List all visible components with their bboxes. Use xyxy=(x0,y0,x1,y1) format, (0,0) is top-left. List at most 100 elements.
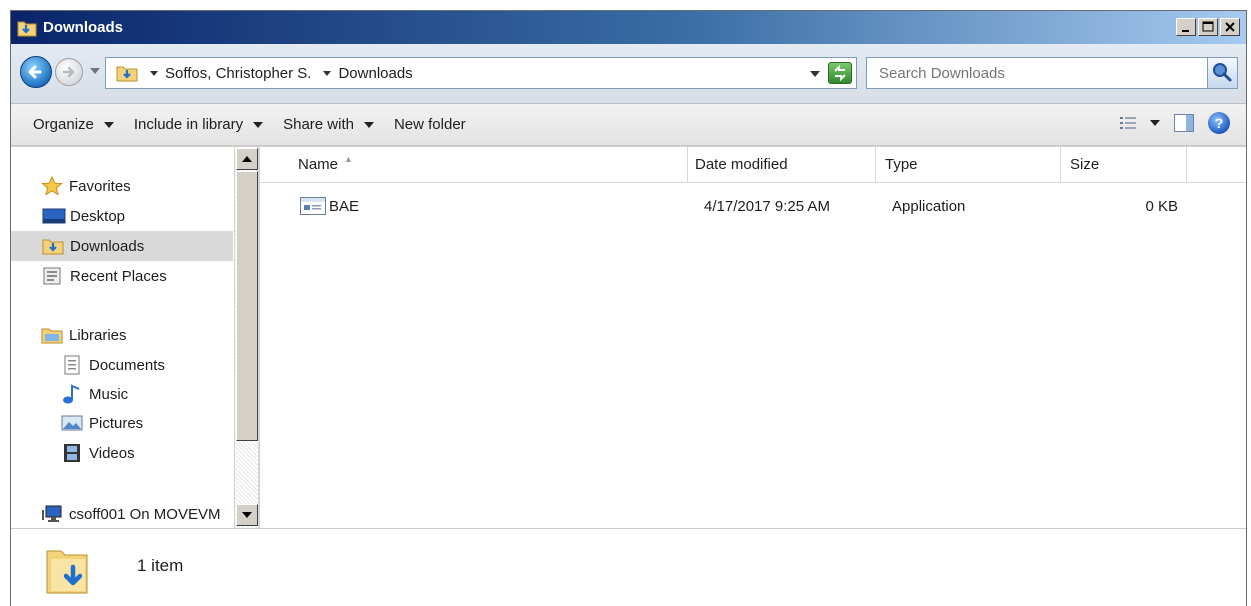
nav-pictures[interactable]: Pictures xyxy=(61,408,258,438)
nav-desktop-label: Desktop xyxy=(70,207,126,225)
scroll-thumb[interactable] xyxy=(236,171,258,441)
recent-places-icon xyxy=(42,266,64,286)
nav-documents-label: Documents xyxy=(89,356,165,374)
address-bar-row: Soffos, Christopher S. Downloads xyxy=(11,44,1246,104)
nav-downloads-label: Downloads xyxy=(70,237,145,255)
nav-documents[interactable]: Documents xyxy=(61,350,258,380)
forward-button[interactable] xyxy=(55,58,83,86)
preview-pane-button[interactable] xyxy=(1174,114,1194,132)
sort-ascending-icon: ▲ xyxy=(344,154,353,164)
nav-desktop[interactable]: Desktop xyxy=(42,201,258,231)
include-in-library-menu[interactable]: Include in library xyxy=(124,104,273,145)
chevron-down-icon xyxy=(363,121,374,128)
column-type-label: Type xyxy=(885,156,918,173)
downloads-folder-icon xyxy=(45,541,89,595)
nav-scrollbar[interactable] xyxy=(234,147,258,528)
back-button[interactable] xyxy=(20,56,52,88)
scroll-up-button[interactable] xyxy=(236,148,258,170)
title-bar[interactable]: Downloads xyxy=(11,11,1246,44)
arrow-down-icon xyxy=(242,512,252,518)
minimize-button[interactable] xyxy=(1176,18,1196,36)
column-header-date-modified[interactable]: Date modified xyxy=(688,147,876,182)
navigation-pane: Favorites Desktop Downloads Recent Place… xyxy=(11,147,259,528)
nav-favorites[interactable]: Favorites xyxy=(41,171,258,201)
chevron-down-icon xyxy=(253,121,264,128)
nav-network-computer[interactable]: csoff001 On MOVEVM xyxy=(41,499,233,528)
breadcrumb-label: Downloads xyxy=(338,64,413,82)
file-size: 0 KB xyxy=(1145,197,1178,215)
downloads-folder-icon xyxy=(42,236,64,256)
application-icon xyxy=(300,197,326,215)
column-header-row: Name ▲ Date modified Type Size xyxy=(260,147,1246,183)
column-spacer xyxy=(260,147,289,182)
organize-label: Organize xyxy=(33,116,94,133)
breadcrumb-item[interactable]: Downloads xyxy=(311,64,413,82)
libraries-icon xyxy=(41,325,63,345)
desktop-icon xyxy=(42,206,66,226)
close-icon xyxy=(1225,22,1235,32)
music-note-icon xyxy=(61,384,83,404)
nav-videos[interactable]: Videos xyxy=(61,438,258,468)
arrow-right-icon xyxy=(62,66,75,78)
refresh-icon xyxy=(834,64,846,82)
breadcrumb-label: Soffos, Christopher S. xyxy=(165,64,312,82)
documents-icon xyxy=(61,355,83,375)
file-row[interactable]: BAE 4/17/2017 9:25 AM Application 0 KB xyxy=(260,191,1246,221)
nav-downloads[interactable]: Downloads xyxy=(11,231,233,261)
explorer-window: Downloads Soffos, Christopher S. Downloa… xyxy=(10,10,1247,606)
chevron-down-icon xyxy=(103,121,114,128)
nav-music-label: Music xyxy=(89,385,129,403)
close-button[interactable] xyxy=(1220,18,1240,36)
search-button[interactable] xyxy=(1207,58,1237,88)
video-film-icon xyxy=(61,443,83,463)
breadcrumb-item[interactable]: Soffos, Christopher S. xyxy=(138,65,311,82)
column-name-label: Name xyxy=(298,156,339,173)
nav-videos-label: Videos xyxy=(89,444,135,462)
file-date-modified: 4/17/2017 9:25 AM xyxy=(704,197,830,215)
maximize-button[interactable] xyxy=(1198,18,1218,36)
change-view-button[interactable] xyxy=(1120,116,1136,130)
refresh-button[interactable] xyxy=(828,62,852,84)
window-title: Downloads xyxy=(43,19,124,36)
scroll-down-button[interactable] xyxy=(236,504,258,526)
item-count: 1 item xyxy=(137,556,184,575)
chevron-down-icon xyxy=(150,70,158,76)
column-header-type[interactable]: Type xyxy=(876,147,1061,182)
share-with-menu[interactable]: Share with xyxy=(273,104,384,145)
view-options-dropdown[interactable] xyxy=(1150,120,1160,126)
chevron-down-icon xyxy=(323,70,332,76)
nav-network-computer-label: csoff001 On MOVEVM xyxy=(69,505,221,523)
help-icon: ? xyxy=(1214,115,1224,131)
address-history-dropdown[interactable] xyxy=(810,71,820,77)
pictures-icon xyxy=(61,413,83,433)
file-name: BAE xyxy=(329,197,360,215)
nav-libraries[interactable]: Libraries xyxy=(41,320,258,350)
recent-pages-dropdown[interactable] xyxy=(90,68,100,74)
details-view-icon xyxy=(1120,117,1136,129)
column-header-size[interactable]: Size xyxy=(1061,147,1187,182)
column-size-label: Size xyxy=(1070,156,1100,173)
column-date-modified-label: Date modified xyxy=(695,156,788,173)
nav-music[interactable]: Music xyxy=(61,379,258,409)
nav-favorites-label: Favorites xyxy=(69,177,131,195)
nav-libraries-label: Libraries xyxy=(69,326,127,344)
downloads-folder-icon xyxy=(17,18,37,38)
address-box[interactable]: Soffos, Christopher S. Downloads xyxy=(105,57,857,89)
file-name-cell: BAE xyxy=(260,197,688,215)
new-folder-button[interactable]: New folder xyxy=(384,104,476,145)
help-button[interactable]: ? xyxy=(1208,112,1230,134)
downloads-folder-icon xyxy=(116,64,138,82)
search-box[interactable] xyxy=(866,57,1238,89)
organize-menu[interactable]: Organize xyxy=(11,104,124,145)
search-input[interactable] xyxy=(867,58,1209,88)
column-header-name[interactable]: Name ▲ xyxy=(289,147,688,182)
file-list-pane: Name ▲ Date modified Type Size BAE 4/17/… xyxy=(260,147,1246,528)
command-bar: Organize Include in library Share with N… xyxy=(11,104,1246,146)
search-icon xyxy=(1213,63,1232,82)
file-type: Application xyxy=(892,197,966,215)
nav-recent-places[interactable]: Recent Places xyxy=(42,261,258,291)
star-icon xyxy=(41,175,63,196)
details-pane: 1 item xyxy=(11,528,1246,606)
include-in-library-label: Include in library xyxy=(133,116,244,133)
computer-icon xyxy=(41,504,63,524)
